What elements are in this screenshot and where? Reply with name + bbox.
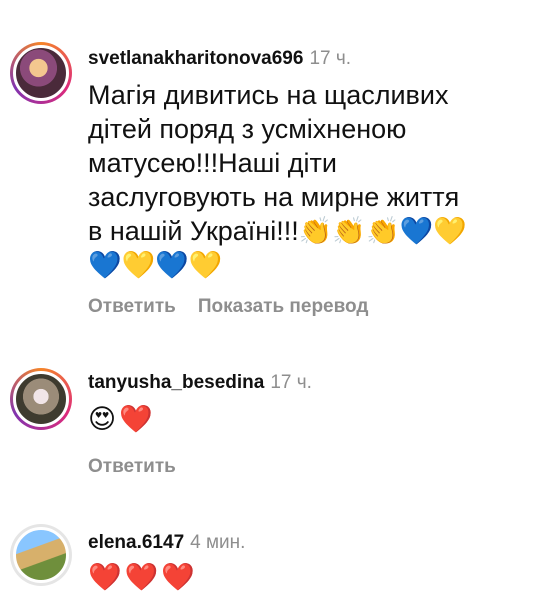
- comment-text: 😍❤️: [88, 404, 156, 434]
- reply-button[interactable]: Ответить: [88, 296, 176, 317]
- avatar-ring[interactable]: [10, 524, 72, 586]
- avatar-story-ring[interactable]: [10, 42, 72, 104]
- username[interactable]: svetlanakharitonova696: [88, 48, 303, 69]
- timestamp: 4 мин.: [190, 532, 246, 553]
- avatar[interactable]: [13, 45, 69, 101]
- comment-header: svetlanakharitonova696 17 ч.: [88, 48, 351, 70]
- reply-button[interactable]: Ответить: [88, 456, 176, 477]
- show-translation-button[interactable]: Показать перевод: [198, 296, 369, 317]
- avatar-story-ring[interactable]: [10, 368, 72, 430]
- avatar[interactable]: [13, 527, 69, 583]
- timestamp: 17 ч.: [270, 372, 312, 393]
- comment-actions: Ответить Показать перевод: [88, 296, 368, 318]
- comment-actions: Ответить: [88, 456, 176, 478]
- username[interactable]: tanyusha_besedina: [88, 372, 264, 393]
- avatar[interactable]: [13, 371, 69, 427]
- comment-header: elena.6147 4 мин.: [88, 532, 245, 554]
- timestamp: 17 ч.: [309, 48, 352, 69]
- username[interactable]: elena.6147: [88, 532, 184, 553]
- comment-text: Магія дивитись на щасливих дітей поряд з…: [88, 80, 467, 280]
- comment-text: ❤️❤️❤️: [88, 562, 198, 592]
- comment-header: tanyusha_besedina 17 ч.: [88, 372, 312, 394]
